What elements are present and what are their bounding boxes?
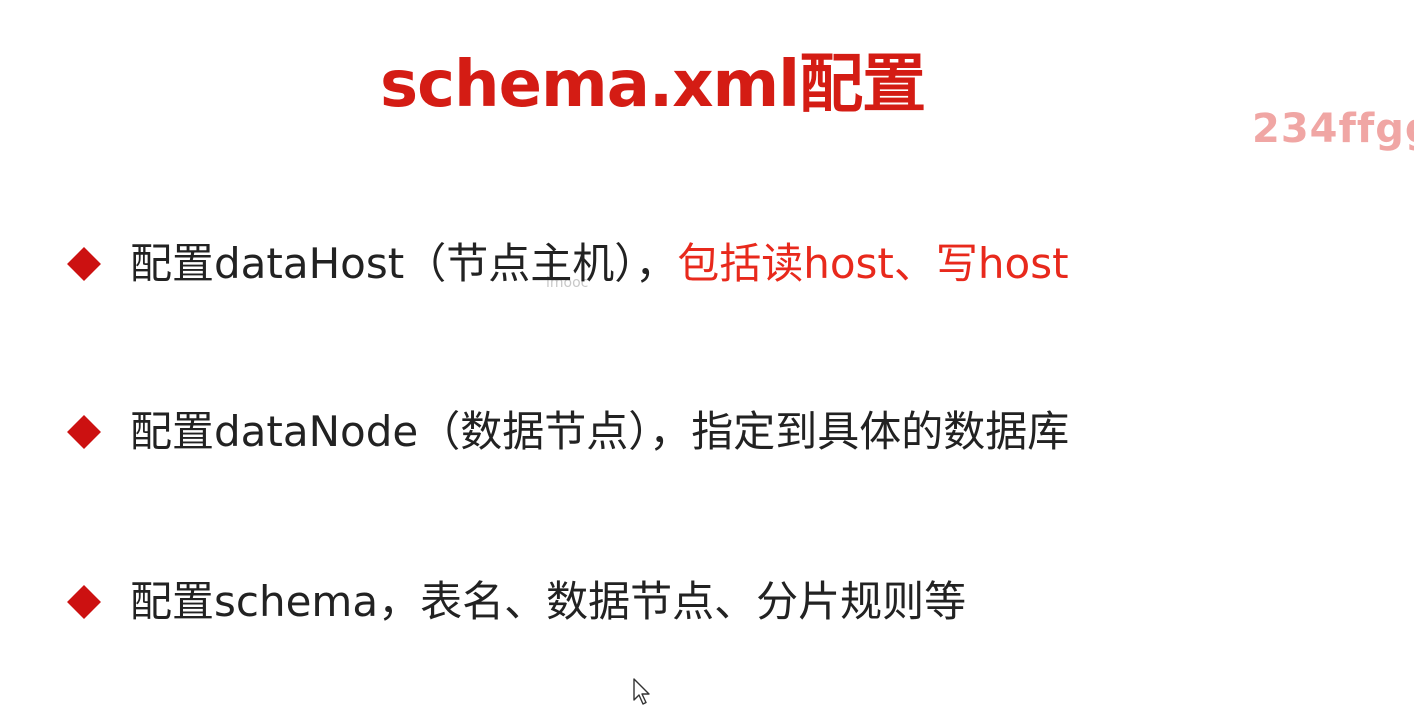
bullet-text: 配置dataNode（数据节点），指定到具体的数据库 (130, 402, 1069, 462)
bullet-highlight-text: 包括读host、写host (677, 239, 1069, 288)
watermark-text: 234ffgg (1252, 106, 1414, 152)
bullet-text: 配置dataHost（节点主机），包括读host、写host (130, 234, 1069, 294)
diamond-bullet-icon (67, 247, 101, 281)
bullet-main-text: 配置dataNode（数据节点），指定到具体的数据库 (130, 407, 1070, 456)
bullet-text: 配置schema，表名、数据节点、分片规则等 (130, 572, 966, 632)
slide-title: schema.xml配置 (380, 48, 926, 122)
slide: schema.xml配置 234ffgg imooc 配置dataHost（节点… (0, 0, 1414, 712)
bullet-main-text: 配置schema，表名、数据节点、分片规则等 (130, 577, 967, 626)
bullet-main-text: 配置dataHost（节点主机）， (130, 239, 678, 288)
bullet-item-datahost: 配置dataHost（节点主机），包括读host、写host (60, 234, 1069, 294)
bullet-item-schema: 配置schema，表名、数据节点、分片规则等 (60, 572, 966, 632)
diamond-bullet-icon (67, 415, 101, 449)
mouse-pointer-icon (633, 678, 650, 705)
bullet-item-datanode: 配置dataNode（数据节点），指定到具体的数据库 (60, 402, 1069, 462)
diamond-bullet-icon (67, 585, 101, 619)
